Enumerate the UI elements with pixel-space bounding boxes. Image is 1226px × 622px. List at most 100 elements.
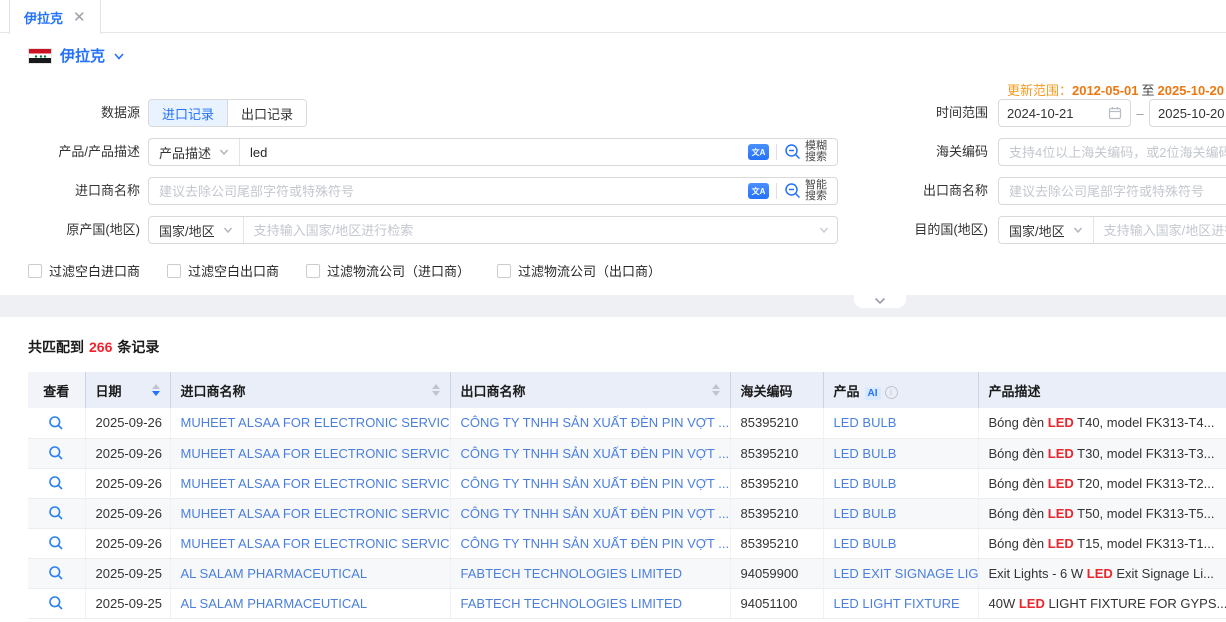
chevron-down-icon bbox=[219, 147, 229, 157]
hs-code-input[interactable] bbox=[998, 138, 1226, 166]
product-link[interactable]: LED BULB bbox=[834, 476, 897, 491]
table-row: 2025-09-26 MUHEET ALSAA FOR ELECTRONIC S… bbox=[28, 468, 1226, 498]
cell-date: 2025-09-26 bbox=[85, 438, 170, 468]
col-exporter[interactable]: 出口商名称 bbox=[450, 372, 730, 408]
sort-icon[interactable] bbox=[712, 384, 720, 396]
importer-link[interactable]: MUHEET ALSAA FOR ELECTRONIC SERVICE... bbox=[181, 446, 451, 461]
view-record-button[interactable] bbox=[48, 475, 64, 491]
exporter-link[interactable]: CÔNG TY TNHH SẢN XUẤT ĐÈN PIN VỢT ... bbox=[461, 446, 730, 461]
exporter-link[interactable]: CÔNG TY TNHH SẢN XUẤT ĐÈN PIN VỢT ... bbox=[461, 476, 730, 491]
chevron-down-icon[interactable] bbox=[113, 50, 125, 62]
product-link[interactable]: LED BULB bbox=[834, 506, 897, 521]
ai-badge: AI bbox=[865, 387, 881, 400]
exporter-link[interactable]: CÔNG TY TNHH SẢN XUẤT ĐÈN PIN VỢT ... bbox=[461, 506, 730, 521]
product-link[interactable]: LED BULB bbox=[834, 446, 897, 461]
cell-description: Bóng đèn LED T50, model FK313-T5... bbox=[978, 498, 1226, 528]
importer-link[interactable]: AL SALAM PHARMACEUTICAL bbox=[181, 596, 368, 611]
chevron-down-icon[interactable] bbox=[819, 225, 829, 235]
importer-name-input[interactable] bbox=[149, 178, 744, 204]
destination-country-input[interactable] bbox=[1094, 217, 1226, 243]
table-header-row: 查看 日期 进口商名称 出口商名称 海关编码 产品A bbox=[28, 372, 1226, 408]
data-source-toggle: 进口记录 出口记录 bbox=[148, 99, 307, 127]
destination-country-group: 国家/地区 bbox=[998, 216, 1226, 244]
col-importer[interactable]: 进口商名称 bbox=[170, 372, 450, 408]
exporter-link[interactable]: FABTECH TECHNOLOGIES LIMITED bbox=[461, 566, 683, 581]
product-link[interactable]: LED BULB bbox=[834, 415, 897, 430]
desc-pre: Bóng đèn bbox=[989, 506, 1048, 521]
translate-icon[interactable]: 文A bbox=[748, 144, 769, 160]
origin-country-input[interactable] bbox=[244, 217, 819, 243]
iraq-flag-icon bbox=[28, 48, 52, 64]
desc-post: T15, model FK313-T1... bbox=[1074, 536, 1215, 551]
results-count: 共匹配到266条记录 bbox=[28, 337, 1226, 357]
checkbox-icon bbox=[306, 264, 320, 278]
update-range-start: 2012-05-01 bbox=[1072, 83, 1139, 98]
col-date[interactable]: 日期 bbox=[85, 372, 170, 408]
product-search-input[interactable] bbox=[240, 139, 744, 165]
collapse-filters-handle[interactable] bbox=[854, 294, 906, 308]
translate-icon[interactable]: 文A bbox=[748, 183, 769, 199]
view-record-button[interactable] bbox=[48, 535, 64, 551]
desc-pre: Bóng đèn bbox=[989, 476, 1048, 491]
exporter-link[interactable]: CÔNG TY TNHH SẢN XUẤT ĐÈN PIN VỢT ... bbox=[461, 415, 730, 430]
cell-date: 2025-09-26 bbox=[85, 528, 170, 558]
exporter-label: 出口商名称 bbox=[848, 177, 988, 205]
cell-description: 40W LED LIGHT FIXTURE FOR GYPS... bbox=[978, 588, 1226, 618]
divider bbox=[776, 144, 777, 160]
importer-link[interactable]: MUHEET ALSAA FOR ELECTRONIC SERVICE... bbox=[181, 476, 451, 491]
checkbox-filter-blank-importer[interactable]: 过滤空白进口商 bbox=[28, 261, 140, 280]
origin-country-select[interactable]: 国家/地区 bbox=[149, 217, 244, 243]
checkbox-filter-logistics-importer[interactable]: 过滤物流公司（进口商） bbox=[306, 261, 470, 280]
export-records-tab[interactable]: 出口记录 bbox=[227, 100, 306, 126]
destination-country-select[interactable]: 国家/地区 bbox=[999, 217, 1094, 243]
date-end-input[interactable]: 2025-10-20 bbox=[1149, 99, 1226, 127]
product-link[interactable]: LED LIGHT FIXTURE bbox=[834, 596, 960, 611]
magnifier-icon bbox=[48, 445, 64, 461]
desc-post: T30, model FK313-T3... bbox=[1074, 446, 1215, 461]
importer-link[interactable]: MUHEET ALSAA FOR ELECTRONIC SERVICE... bbox=[181, 506, 451, 521]
desc-highlight: LED bbox=[1048, 536, 1074, 551]
magnifier-icon bbox=[48, 565, 64, 581]
cell-hs-code: 85395210 bbox=[730, 528, 823, 558]
exporter-name-input[interactable] bbox=[998, 177, 1226, 205]
view-record-button[interactable] bbox=[48, 595, 64, 611]
tab-iraq[interactable]: 伊拉克 ✕ bbox=[9, 0, 101, 34]
importer-link[interactable]: MUHEET ALSAA FOR ELECTRONIC SERVICE... bbox=[181, 415, 451, 430]
date-range-separator: – bbox=[1131, 106, 1149, 121]
product-link[interactable]: LED BULB bbox=[834, 536, 897, 551]
search-minus-icon bbox=[784, 182, 802, 200]
update-range-end: 2025-10-20 bbox=[1158, 83, 1225, 98]
cell-description: Exit Lights - 6 W LED Exit Signage Li... bbox=[978, 558, 1226, 588]
checkbox-filter-logistics-exporter[interactable]: 过滤物流公司（出口商） bbox=[497, 261, 661, 280]
info-icon[interactable]: i bbox=[885, 386, 898, 399]
product-link[interactable]: LED EXIT SIGNAGE LIG... bbox=[834, 566, 979, 581]
cell-description: Bóng đèn LED T40, model FK313-T4... bbox=[978, 408, 1226, 438]
country-name[interactable]: 伊拉克 bbox=[60, 45, 105, 66]
hs-code-label: 海关编码 bbox=[848, 138, 988, 166]
view-record-button[interactable] bbox=[48, 445, 64, 461]
importer-link[interactable]: AL SALAM PHARMACEUTICAL bbox=[181, 566, 368, 581]
sort-icon[interactable] bbox=[432, 384, 440, 396]
date-end-value: 2025-10-20 bbox=[1158, 106, 1226, 121]
col-description: 产品描述 bbox=[978, 372, 1226, 408]
close-icon[interactable]: ✕ bbox=[73, 10, 86, 25]
view-record-button[interactable] bbox=[48, 415, 64, 431]
import-records-tab[interactable]: 进口记录 bbox=[149, 100, 227, 126]
date-start-input[interactable]: 2024-10-21 bbox=[998, 99, 1131, 127]
smart-search-button[interactable]: 智能搜索 bbox=[784, 180, 829, 202]
checkbox-filter-blank-exporter[interactable]: 过滤空白出口商 bbox=[167, 261, 279, 280]
results-count-suffix: 条记录 bbox=[117, 339, 159, 355]
importer-link[interactable]: MUHEET ALSAA FOR ELECTRONIC SERVICE... bbox=[181, 536, 451, 551]
calendar-icon bbox=[1108, 106, 1122, 120]
view-record-button[interactable] bbox=[48, 505, 64, 521]
sort-icon[interactable] bbox=[152, 384, 160, 396]
cell-date: 2025-09-26 bbox=[85, 408, 170, 438]
exporter-link[interactable]: CÔNG TY TNHH SẢN XUẤT ĐÈN PIN VỢT ... bbox=[461, 536, 730, 551]
update-range-to: 至 bbox=[1141, 83, 1154, 98]
exporter-link[interactable]: FABTECH TECHNOLOGIES LIMITED bbox=[461, 596, 683, 611]
fuzzy-search-button[interactable]: 模糊搜索 bbox=[784, 141, 829, 163]
col-importer-label: 进口商名称 bbox=[181, 381, 246, 400]
magnifier-icon bbox=[48, 535, 64, 551]
product-type-select[interactable]: 产品描述 bbox=[149, 139, 240, 165]
view-record-button[interactable] bbox=[48, 565, 64, 581]
